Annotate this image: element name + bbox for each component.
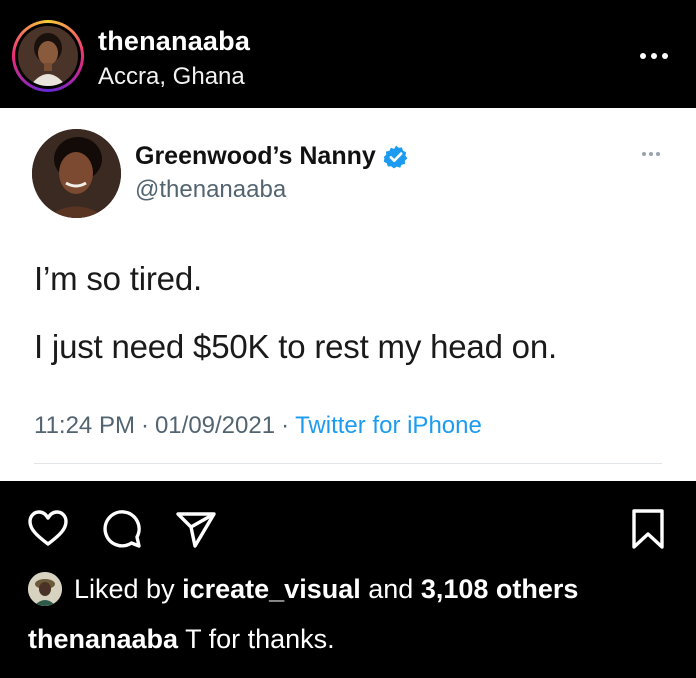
meta-separator: ·: [281, 412, 290, 439]
story-ring[interactable]: [12, 20, 84, 92]
tweet-display-name[interactable]: Greenwood’s Nanny: [135, 142, 376, 171]
post-username[interactable]: thenanaaba: [98, 26, 250, 57]
tweet-date: 01/09/2021: [154, 412, 276, 439]
likes-prefix: Liked by: [74, 573, 175, 604]
tweet-handle[interactable]: @thenanaaba: [135, 176, 286, 204]
likes-summary: Liked by icreate_visual and 3,108 others: [28, 572, 578, 606]
tweet-text-line-2: I just need $50K to rest my head on.: [34, 328, 557, 365]
tweet-text-line-1: I’m so tired.: [34, 260, 202, 297]
likes-and: and: [368, 573, 414, 604]
avatar: [18, 26, 78, 86]
post-caption: thenanaaba T for thanks.: [28, 624, 335, 655]
tweet-more-icon[interactable]: [642, 152, 660, 156]
comment-icon[interactable]: [100, 507, 144, 551]
tweet-card: Greenwood’s Nanny @thenanaaba I’m so tir…: [0, 108, 696, 481]
tweet-source-link[interactable]: Twitter for iPhone: [295, 412, 482, 440]
verified-badge-icon: [383, 145, 408, 168]
liker-avatar[interactable]: [28, 572, 62, 606]
tweet-avatar: [32, 129, 121, 218]
liker-username[interactable]: icreate_visual: [182, 574, 361, 604]
likes-count[interactable]: 3,108 others: [421, 574, 579, 604]
tweet-author[interactable]: Greenwood’s Nanny: [135, 142, 409, 171]
caption-text: T for thanks.: [185, 624, 335, 654]
heart-icon[interactable]: [26, 507, 70, 551]
tweet-meta: 11:24 PM · 01/09/2021 · Twitter for iPho…: [34, 412, 482, 440]
send-icon[interactable]: [174, 507, 218, 551]
meta-separator: ·: [140, 412, 149, 439]
more-horizontal-icon[interactable]: [634, 44, 674, 68]
post-actions: [0, 481, 696, 571]
divider: [34, 463, 662, 464]
post-location[interactable]: Accra, Ghana: [98, 63, 245, 91]
caption-username[interactable]: thenanaaba: [28, 624, 178, 654]
tweet-time: 11:24 PM: [34, 412, 135, 439]
bookmark-icon[interactable]: [626, 507, 670, 551]
post-header: thenanaaba Accra, Ghana: [0, 0, 696, 108]
